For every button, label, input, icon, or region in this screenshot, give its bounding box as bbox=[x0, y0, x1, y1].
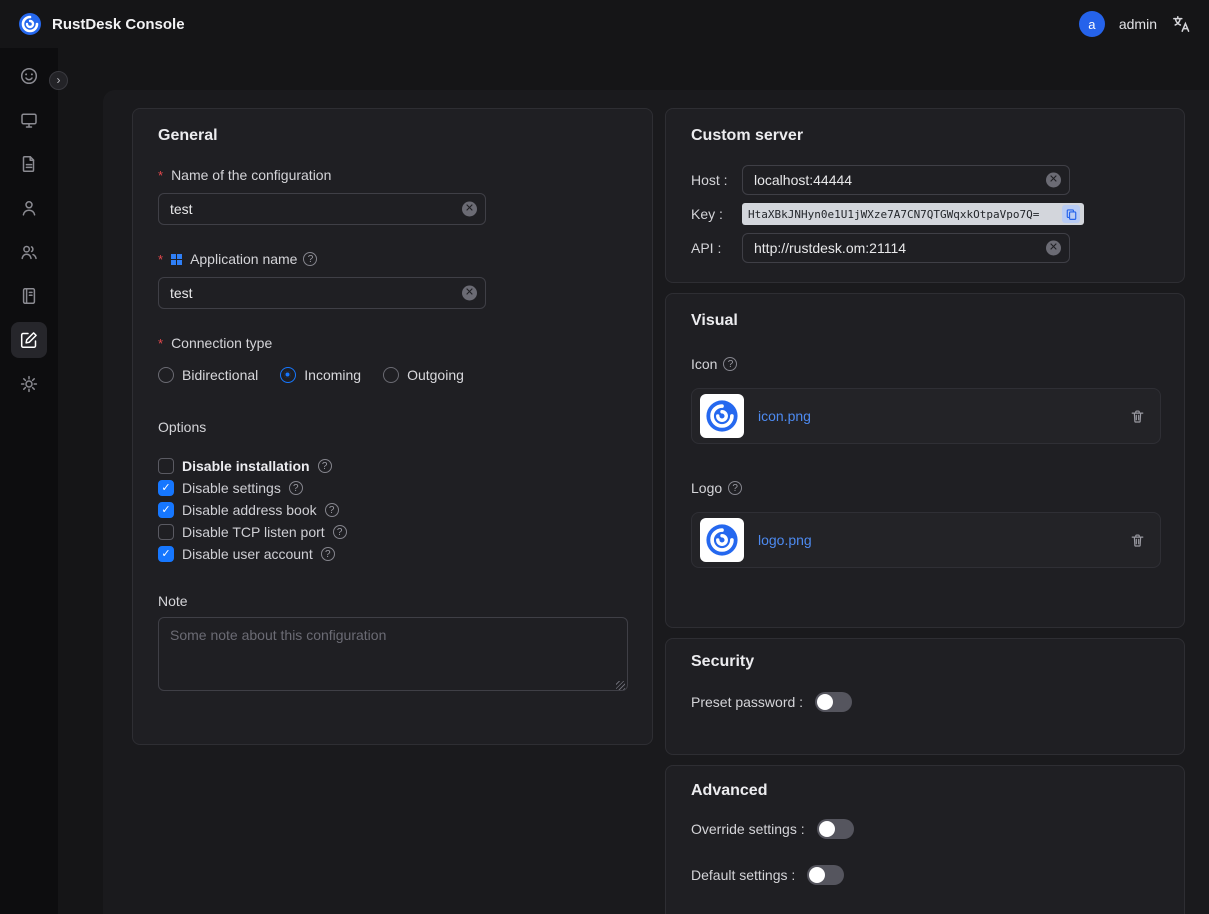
sidebar-item-users[interactable] bbox=[11, 190, 47, 226]
audit-log-icon bbox=[19, 286, 39, 306]
app-name-help-icon[interactable]: ? bbox=[303, 252, 317, 266]
main-area: General * Name of the configuration ✕ * … bbox=[58, 48, 1209, 914]
clear-app-name-icon[interactable]: ✕ bbox=[462, 286, 477, 301]
app-title: RustDesk Console bbox=[52, 16, 185, 33]
custom-client-icon bbox=[19, 330, 39, 350]
server-key-field[interactable]: HtaXBkJNHyn0e1U1jWXze7A7CN7QTGWqxkOtpaVp… bbox=[742, 203, 1084, 225]
copy-key-icon[interactable] bbox=[1062, 205, 1080, 223]
key-label: Key : bbox=[691, 206, 742, 222]
brand: RustDesk Console bbox=[18, 12, 185, 36]
preset-password-label: Preset password : bbox=[691, 694, 803, 710]
advanced-card: Advanced Override settings : Default set… bbox=[665, 765, 1185, 914]
option-disable-tcp: Disable TCP listen port ? bbox=[158, 521, 627, 543]
option-disable-user-account: Disable user account ? bbox=[158, 543, 627, 565]
api-input[interactable] bbox=[742, 233, 1070, 263]
logo-file-link[interactable]: logo.png bbox=[758, 532, 1129, 548]
host-input[interactable] bbox=[742, 165, 1070, 195]
delete-logo-file-icon[interactable] bbox=[1129, 532, 1146, 549]
disable-address-book-help-icon[interactable]: ? bbox=[325, 503, 339, 517]
logo-file-box: logo.png bbox=[691, 512, 1161, 568]
user-avatar[interactable]: a bbox=[1079, 11, 1105, 37]
note-label: Note bbox=[158, 593, 627, 609]
delete-icon-file-icon[interactable] bbox=[1129, 408, 1146, 425]
checkbox-disable-settings[interactable] bbox=[158, 480, 174, 496]
general-card: General * Name of the configuration ✕ * … bbox=[132, 108, 653, 745]
checkbox-disable-tcp[interactable] bbox=[158, 524, 174, 540]
checkbox-disable-address-book[interactable] bbox=[158, 502, 174, 518]
clear-api-icon[interactable]: ✕ bbox=[1046, 241, 1061, 256]
option-disable-installation: Disable installation ? bbox=[158, 455, 627, 477]
application-name-input[interactable] bbox=[158, 277, 486, 309]
checkbox-disable-installation[interactable] bbox=[158, 458, 174, 474]
sidebar-item-status[interactable] bbox=[11, 58, 47, 94]
disable-user-account-help-icon[interactable]: ? bbox=[321, 547, 335, 561]
sidebar-item-custom-client[interactable] bbox=[11, 322, 47, 358]
username[interactable]: admin bbox=[1119, 16, 1157, 32]
windows-icon bbox=[171, 254, 182, 265]
server-key-value: HtaXBkJNHyn0e1U1jWXze7A7CN7QTGWqxkOtpaVp… bbox=[748, 208, 1062, 221]
security-card: Security Preset password : bbox=[665, 638, 1185, 755]
config-name-input[interactable] bbox=[158, 193, 486, 225]
settings-icon bbox=[19, 374, 39, 394]
custom-server-title: Custom server bbox=[691, 127, 1159, 145]
icon-file-link[interactable]: icon.png bbox=[758, 408, 1129, 424]
sidebar-item-documents[interactable] bbox=[11, 146, 47, 182]
disable-installation-help-icon[interactable]: ? bbox=[318, 459, 332, 473]
icon-file-box: icon.png bbox=[691, 388, 1161, 444]
clear-host-icon[interactable]: ✕ bbox=[1046, 173, 1061, 188]
disable-tcp-help-icon[interactable]: ? bbox=[333, 525, 347, 539]
option-disable-settings: Disable settings ? bbox=[158, 477, 627, 499]
clear-name-icon[interactable]: ✕ bbox=[462, 202, 477, 217]
logo-thumbnail bbox=[700, 518, 744, 562]
visual-card: Visual Icon ? icon.png Logo ? bbox=[665, 293, 1185, 628]
translate-icon[interactable] bbox=[1171, 14, 1191, 34]
visual-title: Visual bbox=[691, 312, 1159, 330]
radio-outgoing[interactable]: Outgoing bbox=[383, 367, 464, 383]
rustdesk-logo-icon bbox=[18, 12, 42, 36]
default-settings-toggle[interactable] bbox=[807, 865, 844, 885]
sidebar-expand-button[interactable]: › bbox=[49, 71, 68, 90]
disable-settings-help-icon[interactable]: ? bbox=[289, 481, 303, 495]
name-field-label: * Name of the configuration bbox=[158, 167, 627, 183]
checkbox-disable-user-account[interactable] bbox=[158, 546, 174, 562]
connection-type-label: * Connection type bbox=[158, 335, 627, 351]
preset-password-toggle[interactable] bbox=[815, 692, 852, 712]
icon-label: Icon ? bbox=[691, 356, 1159, 372]
top-bar: RustDesk Console a admin bbox=[0, 0, 1209, 48]
radio-bidirectional[interactable]: Bidirectional bbox=[158, 367, 258, 383]
app-name-label: * Application name ? bbox=[158, 251, 627, 267]
icon-help-icon[interactable]: ? bbox=[723, 357, 737, 371]
radio-incoming[interactable]: Incoming bbox=[280, 367, 361, 383]
default-settings-label: Default settings : bbox=[691, 867, 795, 883]
general-title: General bbox=[158, 127, 627, 145]
sidebar bbox=[0, 48, 58, 914]
api-label: API : bbox=[691, 240, 742, 256]
host-label: Host : bbox=[691, 172, 742, 188]
devices-icon bbox=[19, 110, 39, 130]
sidebar-item-devices[interactable] bbox=[11, 102, 47, 138]
sidebar-item-groups[interactable] bbox=[11, 234, 47, 270]
content-panel: General * Name of the configuration ✕ * … bbox=[103, 90, 1209, 914]
icon-thumbnail bbox=[700, 394, 744, 438]
logo-help-icon[interactable]: ? bbox=[728, 481, 742, 495]
option-disable-address-book: Disable address book ? bbox=[158, 499, 627, 521]
logo-label: Logo ? bbox=[691, 480, 1159, 496]
override-settings-toggle[interactable] bbox=[817, 819, 854, 839]
status-icon bbox=[19, 66, 39, 86]
security-title: Security bbox=[691, 653, 1159, 671]
document-icon bbox=[19, 154, 39, 174]
options-label: Options bbox=[158, 419, 627, 435]
note-textarea[interactable] bbox=[158, 617, 628, 691]
override-settings-label: Override settings : bbox=[691, 821, 805, 837]
custom-server-card: Custom server Host : ✕ Key : HtaXBkJNHyn… bbox=[665, 108, 1185, 283]
connection-type-group: Bidirectional Incoming Outgoing bbox=[158, 367, 627, 383]
advanced-title: Advanced bbox=[691, 782, 1159, 800]
users-icon bbox=[19, 242, 39, 262]
sidebar-item-audit[interactable] bbox=[11, 278, 47, 314]
user-icon bbox=[19, 198, 39, 218]
sidebar-item-settings[interactable] bbox=[11, 366, 47, 402]
